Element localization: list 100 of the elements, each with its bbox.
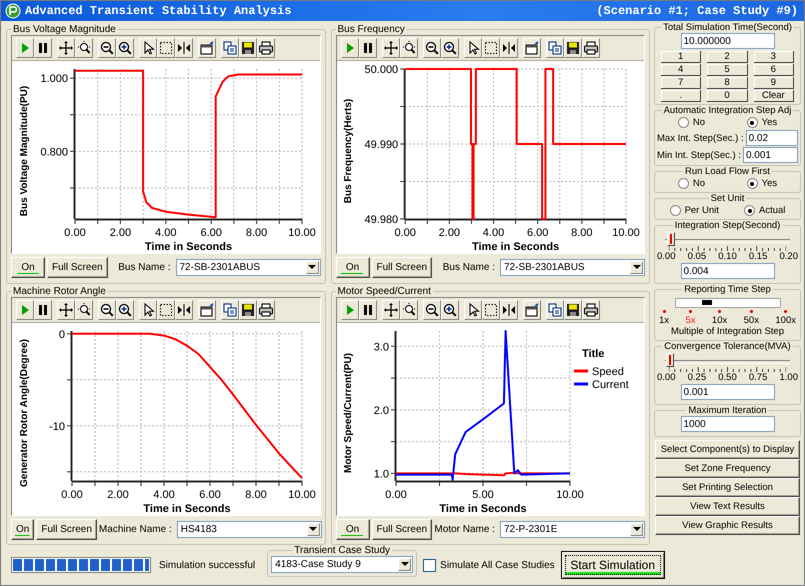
on-button[interactable]: On bbox=[11, 518, 34, 540]
value-field[interactable]: 0.001 bbox=[742, 147, 798, 163]
toolbar-button[interactable] bbox=[175, 38, 193, 58]
value-field[interactable]: 0.02 bbox=[746, 130, 798, 146]
keypad-key[interactable]: 1 bbox=[661, 51, 702, 63]
toolbar-button[interactable] bbox=[440, 300, 458, 320]
action-button[interactable]: View Text Results bbox=[655, 497, 800, 516]
full-screen-button[interactable]: Full Screen bbox=[372, 518, 432, 540]
toolbar-button[interactable] bbox=[358, 38, 376, 58]
toolbar-button[interactable] bbox=[382, 300, 400, 320]
toolbar-button[interactable] bbox=[382, 38, 400, 58]
slider[interactable] bbox=[674, 298, 780, 308]
toolbar-button[interactable] bbox=[98, 300, 116, 320]
radio-button[interactable] bbox=[746, 178, 758, 189]
toolbar-button[interactable] bbox=[221, 38, 239, 58]
toolbar-button[interactable] bbox=[400, 300, 418, 320]
action-button[interactable]: Select Component(s) to Display bbox=[655, 440, 800, 459]
full-screen-button[interactable]: Full Screen bbox=[372, 257, 432, 278]
toolbar-button[interactable] bbox=[582, 38, 600, 58]
toolbar-button[interactable] bbox=[157, 300, 175, 320]
toolbar-button[interactable] bbox=[564, 38, 582, 58]
toolbar-button[interactable] bbox=[75, 300, 93, 320]
radio-button[interactable] bbox=[678, 178, 689, 189]
slider-thumb[interactable] bbox=[667, 232, 676, 246]
toolbar-button[interactable] bbox=[400, 38, 418, 58]
value-field[interactable]: 10.000000 bbox=[680, 33, 774, 49]
toolbar-button[interactable] bbox=[358, 300, 376, 320]
full-screen-button[interactable]: Full Screen bbox=[36, 518, 97, 540]
slider-thumb[interactable] bbox=[666, 353, 674, 367]
keypad-key[interactable]: 2 bbox=[707, 51, 748, 63]
slider[interactable] bbox=[665, 353, 790, 367]
toolbar-button[interactable] bbox=[464, 38, 482, 58]
case-study-dropdown[interactable]: 4183-Case Study 9 bbox=[271, 556, 414, 573]
multiple-option[interactable]: 10x bbox=[712, 315, 728, 326]
toolbar-button[interactable] bbox=[522, 300, 540, 320]
toolbar-button[interactable] bbox=[57, 38, 75, 58]
full-screen-button[interactable]: Full Screen bbox=[47, 257, 108, 278]
on-button[interactable]: On bbox=[336, 518, 370, 540]
toolbar-button[interactable] bbox=[482, 38, 500, 58]
keypad-key[interactable]: 7 bbox=[661, 77, 702, 89]
toolbar-button[interactable] bbox=[546, 38, 564, 58]
slider-thumb[interactable] bbox=[702, 300, 712, 305]
multiple-option[interactable]: 100x bbox=[775, 315, 796, 326]
toolbar-button[interactable] bbox=[116, 38, 134, 58]
toolbar-button[interactable] bbox=[198, 38, 216, 58]
toolbar-button[interactable] bbox=[482, 300, 500, 320]
name-dropdown[interactable]: HS4183 bbox=[176, 520, 322, 538]
keypad-key[interactable]: . bbox=[661, 90, 702, 102]
toolbar-button[interactable] bbox=[198, 300, 216, 320]
multiple-option[interactable]: 1x bbox=[659, 315, 670, 326]
keypad-key[interactable]: 0 bbox=[707, 90, 748, 102]
name-dropdown[interactable]: 72-SB-2301ABUS bbox=[176, 259, 320, 276]
toolbar-button[interactable] bbox=[34, 38, 52, 58]
toolbar-button[interactable] bbox=[157, 38, 175, 58]
toolbar-button[interactable] bbox=[98, 38, 116, 58]
checkbox[interactable] bbox=[423, 558, 436, 572]
toolbar-button[interactable] bbox=[239, 300, 257, 320]
radio-button[interactable] bbox=[744, 205, 756, 216]
action-button[interactable]: View Graphic Results bbox=[655, 516, 800, 535]
value-field[interactable]: 1000 bbox=[680, 416, 774, 432]
toolbar-button[interactable] bbox=[422, 300, 440, 320]
slider[interactable] bbox=[665, 232, 790, 246]
toolbar-button[interactable] bbox=[500, 38, 518, 58]
multiple-option[interactable]: 50x bbox=[744, 315, 759, 326]
toolbar-button[interactable] bbox=[239, 38, 257, 58]
toolbar-button[interactable] bbox=[500, 300, 518, 320]
on-button[interactable]: On bbox=[11, 257, 45, 278]
radio-button[interactable] bbox=[678, 117, 689, 128]
keypad-key[interactable]: 9 bbox=[754, 77, 794, 89]
action-button[interactable]: Set Zone Frequency bbox=[655, 459, 800, 478]
action-button[interactable]: Set Printing Selection bbox=[655, 478, 800, 497]
toolbar-button[interactable] bbox=[522, 38, 540, 58]
toolbar-button[interactable] bbox=[257, 38, 275, 58]
toolbar-button[interactable] bbox=[175, 300, 193, 320]
keypad-key[interactable]: 3 bbox=[754, 51, 794, 63]
toolbar-button[interactable] bbox=[582, 300, 600, 320]
radio-button[interactable] bbox=[670, 205, 681, 216]
toolbar-button[interactable] bbox=[116, 300, 134, 320]
toolbar-button[interactable] bbox=[564, 300, 582, 320]
toolbar-button[interactable] bbox=[464, 300, 482, 320]
value-field[interactable]: 0.001 bbox=[680, 384, 774, 400]
keypad-key[interactable]: 8 bbox=[707, 77, 748, 89]
on-button[interactable]: On bbox=[336, 257, 370, 278]
toolbar-button[interactable] bbox=[34, 300, 52, 320]
toolbar-button[interactable] bbox=[440, 38, 458, 58]
toolbar-button[interactable] bbox=[546, 300, 564, 320]
toolbar-button[interactable] bbox=[221, 300, 239, 320]
start-simulation-button[interactable]: Start Simulation bbox=[560, 551, 665, 579]
toolbar-button[interactable] bbox=[75, 38, 93, 58]
toolbar-button[interactable] bbox=[257, 300, 275, 320]
keypad-key[interactable]: 6 bbox=[754, 64, 794, 76]
toolbar-button[interactable] bbox=[57, 300, 75, 320]
toolbar-button[interactable] bbox=[422, 38, 440, 58]
toolbar-button[interactable] bbox=[139, 300, 157, 320]
radio-button[interactable] bbox=[746, 117, 758, 128]
keypad-key[interactable]: 4 bbox=[661, 64, 702, 76]
value-field[interactable]: 0.004 bbox=[680, 263, 774, 279]
keypad-key[interactable]: Clear bbox=[754, 90, 794, 102]
name-dropdown[interactable]: 72-P-2301E bbox=[500, 520, 645, 538]
name-dropdown[interactable]: 72-SB-2301ABUS bbox=[500, 259, 645, 276]
